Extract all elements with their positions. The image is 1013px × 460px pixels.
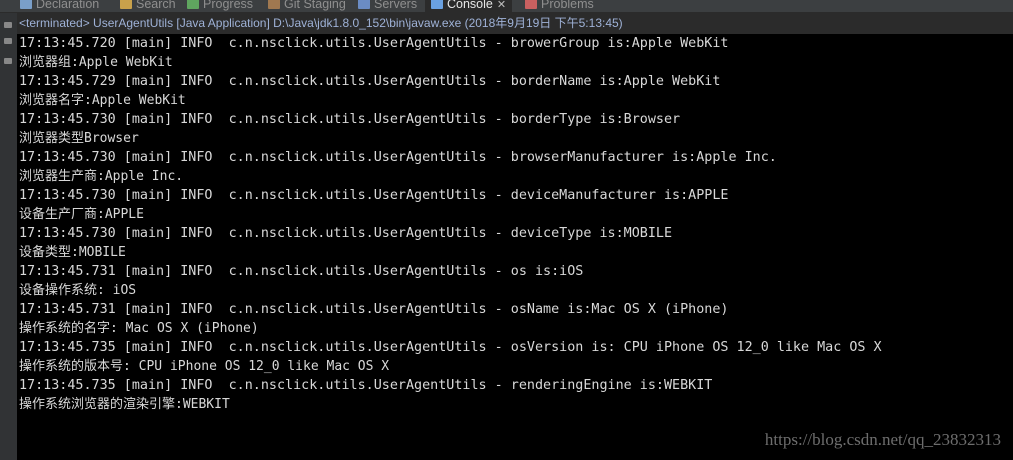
tab-problems[interactable]: Problems <box>525 0 594 12</box>
log-line: 17:13:45.729 [main] INFO c.n.nsclick.uti… <box>19 74 721 89</box>
declaration-icon <box>20 0 32 9</box>
log-line: 17:13:45.730 [main] INFO c.n.nsclick.uti… <box>19 188 729 203</box>
output-line: 浏览器类型Browser <box>19 131 139 146</box>
tab-search[interactable]: Search <box>120 0 176 12</box>
tab-label: Progress <box>203 0 254 11</box>
view-marker-icon <box>4 22 12 28</box>
tab-git-staging[interactable]: Git Staging <box>268 0 346 12</box>
tab-label: Servers <box>374 0 418 11</box>
tab-label: Git Staging <box>284 0 346 11</box>
progress-icon <box>187 0 199 9</box>
output-line: 浏览器生产商:Apple Inc. <box>19 169 184 184</box>
tab-progress[interactable]: Progress <box>187 0 253 12</box>
view-tab-bar: Declaration Search Progress Git Staging … <box>0 0 1013 12</box>
tab-servers[interactable]: Servers <box>358 0 417 12</box>
log-line: 17:13:45.730 [main] INFO c.n.nsclick.uti… <box>19 112 681 127</box>
output-line: 操作系统浏览器的渲染引擎:WEBKIT <box>19 397 230 412</box>
servers-icon <box>358 0 370 9</box>
console-output[interactable]: 17:13:45.720 [main] INFO c.n.nsclick.uti… <box>17 34 1013 460</box>
view-marker-icon <box>4 38 12 44</box>
view-marker-icon <box>4 58 12 64</box>
log-line: 17:13:45.720 [main] INFO c.n.nsclick.uti… <box>19 36 729 51</box>
console-status: <terminated> UserAgentUtils [Java Applic… <box>17 13 1013 33</box>
left-gutter <box>0 13 17 460</box>
git-icon <box>268 0 280 9</box>
output-line: 设备操作系统: iOS <box>19 283 137 298</box>
output-line: 浏览器组:Apple WebKit <box>19 55 173 70</box>
log-line: 17:13:45.730 [main] INFO c.n.nsclick.uti… <box>19 226 673 241</box>
log-line: 17:13:45.735 [main] INFO c.n.nsclick.uti… <box>19 340 882 355</box>
output-line: 浏览器名字:Apple WebKit <box>19 93 186 108</box>
output-line: 操作系统的版本号: CPU iPhone OS 12_0 like Mac OS… <box>19 359 390 374</box>
watermark: https://blog.csdn.net/qq_23832313 <box>764 430 1001 449</box>
output-line: 操作系统的名字: Mac OS X (iPhone) <box>19 321 259 336</box>
tab-declaration[interactable]: Declaration <box>20 0 99 12</box>
search-icon <box>120 0 132 9</box>
tab-label: Search <box>136 0 176 11</box>
log-line: 17:13:45.731 [main] INFO c.n.nsclick.uti… <box>19 302 729 317</box>
log-line: 17:13:45.730 [main] INFO c.n.nsclick.uti… <box>19 150 777 165</box>
problems-icon <box>525 0 537 9</box>
close-icon[interactable]: ✕ <box>497 0 506 11</box>
output-line: 设备类型:MOBILE <box>19 245 126 260</box>
tab-label: Declaration <box>36 0 100 11</box>
tab-label: Problems <box>541 0 594 11</box>
output-line: 设备生产厂商:APPLE <box>19 207 144 222</box>
log-line: 17:13:45.735 [main] INFO c.n.nsclick.uti… <box>19 378 713 393</box>
tab-label: Console <box>447 0 493 11</box>
tab-console[interactable]: Console ✕ <box>425 0 513 12</box>
console-icon <box>431 0 443 9</box>
log-line: 17:13:45.731 [main] INFO c.n.nsclick.uti… <box>19 264 584 279</box>
